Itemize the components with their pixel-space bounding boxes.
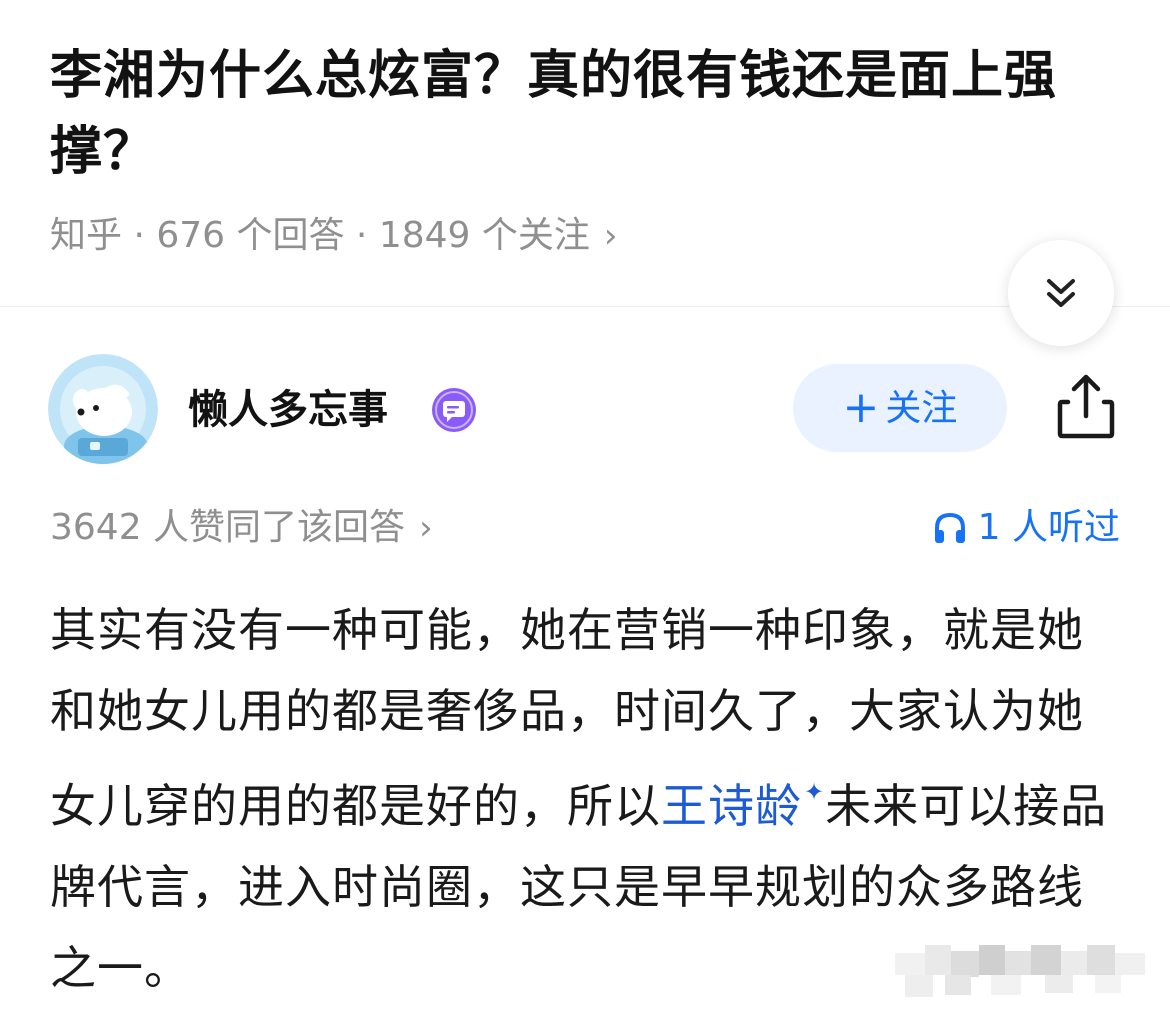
divider xyxy=(0,306,1170,307)
question-meta[interactable]: 知乎 · 676 个回答 · 1849 个关注 › xyxy=(50,212,618,260)
chevron-right-icon: › xyxy=(603,216,618,256)
author-avatar[interactable] xyxy=(48,354,158,464)
plus-icon: + xyxy=(842,382,880,433)
headphones-icon xyxy=(934,512,965,543)
share-icon[interactable] xyxy=(1054,372,1118,442)
avatar-image xyxy=(48,354,158,464)
watermark-mosaic xyxy=(895,945,1155,1000)
question-title[interactable]: 李湘为什么总炫富？真的很有钱还是面上强撑？ xyxy=(50,38,1110,190)
question-meta-text: 知乎 · 676 个回答 · 1849 个关注 xyxy=(50,215,590,256)
sparkle-icon: ✦ xyxy=(804,778,826,806)
likes-text: 3642 人赞同了该回答 xyxy=(50,507,406,548)
chevron-right-icon: › xyxy=(419,508,433,548)
message-badge-icon[interactable] xyxy=(430,386,478,434)
double-chevron-down-icon xyxy=(1047,279,1075,307)
author-name[interactable]: 懒人多忘事 xyxy=(188,384,388,436)
likes-count[interactable]: 3642 人赞同了该回答 › xyxy=(50,504,433,552)
person-link[interactable]: 王诗龄 xyxy=(661,779,802,833)
follow-label: 关注 xyxy=(885,388,958,429)
collapse-button[interactable] xyxy=(1008,240,1114,346)
listen-count[interactable]: 1 人听过 xyxy=(932,504,1120,552)
listen-text: 1 人听过 xyxy=(977,507,1120,548)
follow-button[interactable]: + 关注 xyxy=(793,364,1007,452)
